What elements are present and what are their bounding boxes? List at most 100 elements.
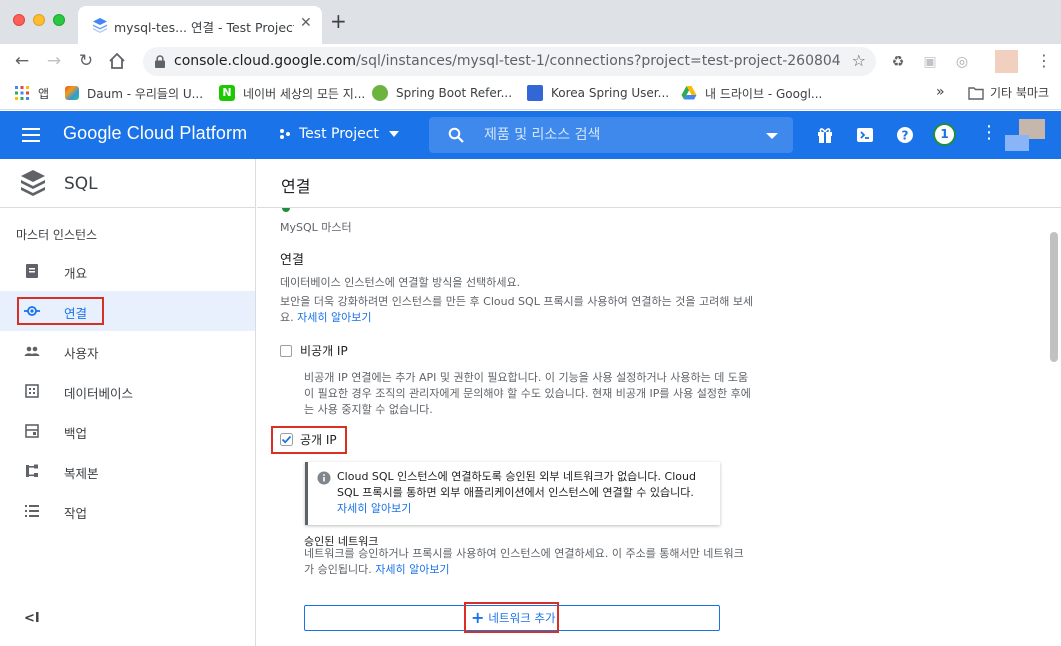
daum-icon (65, 86, 79, 100)
more-options-icon[interactable]: ⋮ (980, 123, 998, 143)
info-learn-more-link[interactable]: 자세히 알아보기 (337, 501, 707, 517)
chevron-down-icon (388, 131, 399, 137)
search-input[interactable] (484, 125, 754, 145)
sidebar-item-databases[interactable]: 데이터베이스 (0, 371, 255, 411)
sidebar-item-replicas[interactable]: 복제본 (0, 451, 255, 491)
cloud-sql-logo-icon (21, 170, 45, 196)
sidebar: SQL 마스터 인스턴스 개요 연결 사용자 데이터베이스 백업 복제본 작업 … (0, 159, 256, 646)
bookmark-folder-other[interactable]: 기타 북마크 (968, 84, 1049, 101)
window-close-button[interactable] (13, 14, 25, 26)
page-title: 연결 (281, 177, 311, 196)
bookmark-label: 네이버 세상의 모든 지... (243, 86, 366, 101)
account-avatar[interactable] (1005, 119, 1045, 151)
connections-highlight-box (17, 297, 104, 325)
sidebar-item-label: 데이터베이스 (64, 386, 134, 401)
project-hierarchy-icon (280, 129, 290, 139)
overview-icon (26, 264, 38, 278)
info-line: SQL 프록시를 통하면 외부 애플리케이션에서 인스턴스에 연결할 수 있습니… (337, 486, 694, 499)
back-arrow-icon[interactable]: ← (12, 51, 32, 71)
add-network-highlight-box (464, 602, 559, 633)
help-icon[interactable]: ? (895, 125, 915, 145)
sidebar-item-label: 복제본 (64, 466, 99, 481)
section-desc-line: 요. 자세히 알아보기 (280, 309, 371, 326)
scrollbar-thumb[interactable] (1050, 232, 1058, 362)
private-ip-desc-line: 비공개 IP 연결에는 추가 API 및 권한이 필요합니다. 이 기능을 사용… (304, 371, 749, 384)
sidebar-item-label: 작업 (64, 506, 88, 521)
cloud-shell-icon[interactable] (855, 125, 875, 145)
product-title: SQL (64, 174, 98, 194)
bookmark-label: Korea Spring User... (551, 86, 670, 100)
project-selector[interactable]: Test Project (279, 126, 399, 142)
target-extension-icon[interactable]: ◎ (953, 53, 971, 71)
cloud-sql-favicon-icon (93, 18, 107, 33)
authorized-networks-learn-more-link[interactable]: 자세히 알아보기 (375, 563, 449, 576)
bookmark-apps[interactable]: 앱 (14, 84, 49, 102)
bookmark-label: 앱 (38, 86, 50, 101)
search-icon (448, 127, 464, 143)
bookmarks-overflow-icon[interactable]: » (936, 84, 945, 100)
private-ip-desc-line: 는 사용 중지할 수 없습니다. (304, 403, 433, 416)
instance-status-icon (282, 208, 290, 212)
forward-arrow-icon[interactable]: → (44, 51, 64, 71)
search-dropdown-icon[interactable] (766, 133, 778, 139)
no-authorized-network-info: Cloud SQL 인스턴스에 연결하도록 승인된 외부 네트워크가 없습니다.… (305, 462, 720, 525)
bookmark-folder-label: 기타 북마크 (990, 86, 1050, 100)
reload-icon[interactable]: ↻ (76, 51, 96, 71)
section-title: 연결 (280, 253, 304, 268)
bookmark-star-icon[interactable]: ☆ (852, 51, 866, 70)
gcp-title[interactable]: Google Cloud Platform (63, 123, 247, 144)
gift-icon[interactable] (815, 125, 835, 145)
bookmark-label: 내 드라이브 - Googl... (705, 86, 823, 101)
main-scrollbar[interactable] (1047, 208, 1061, 646)
new-tab-plus-icon[interactable]: + (330, 11, 347, 31)
sidebar-item-overview[interactable]: 개요 (0, 251, 255, 291)
public-ip-highlight-box (271, 426, 347, 454)
home-icon[interactable] (108, 52, 126, 70)
bookmark-daum[interactable]: Daum - 우리들의 U... (65, 84, 203, 102)
close-icon[interactable]: ✕ (300, 15, 312, 31)
authorized-networks-desc-line: 네트워크를 승인하거나 프록시를 사용하여 인스턴스에 연결하세요. 이 주소를… (304, 547, 744, 560)
drive-icon (681, 86, 697, 100)
sidebar-item-users[interactable]: 사용자 (0, 331, 255, 371)
sidebar-item-operations[interactable]: 작업 (0, 491, 255, 531)
browser-profile-avatar[interactable] (995, 50, 1018, 73)
section-desc-line: 데이터베이스 인스턴스에 연결할 방식을 선택하세요. (280, 276, 521, 289)
users-icon (24, 346, 40, 356)
folder-icon (968, 86, 984, 100)
section-desc-line: 보안을 더욱 강화하려면 인스턴스를 만든 후 Cloud SQL 프록시를 사… (280, 295, 754, 308)
bookmark-naver[interactable]: N 네이버 세상의 모든 지... (219, 84, 365, 102)
bookmark-ksug[interactable]: Korea Spring User... (527, 84, 669, 102)
operations-icon (25, 505, 39, 517)
gcp-header: Google Cloud Platform Test Project ? 1 ⋮ (0, 111, 1061, 159)
bookmark-spring-boot[interactable]: Spring Boot Refer... (372, 84, 512, 102)
window-zoom-button[interactable] (53, 14, 65, 26)
bookmarks-bar: 앱 Daum - 우리들의 U... N 네이버 세상의 모든 지... Spr… (0, 78, 1061, 110)
private-ip-label: 비공개 IP (300, 344, 348, 358)
recycle-extension-icon[interactable]: ♻ (889, 53, 907, 71)
naver-icon: N (219, 85, 235, 101)
address-bar[interactable]: console.cloud.google.com/sql/instances/m… (143, 47, 876, 76)
hamburger-menu-icon[interactable] (22, 128, 40, 142)
collapse-sidebar-icon[interactable]: <I (24, 611, 40, 626)
bookmark-google-drive[interactable]: 내 드라이브 - Googl... (681, 84, 822, 102)
search-bar[interactable] (429, 117, 793, 153)
authorized-networks-desc-prefix: 가 승인됩니다. (304, 563, 372, 576)
backups-icon (25, 424, 39, 438)
browser-toolbar: ← → ↻ console.cloud.google.com/sql/insta… (0, 44, 1061, 78)
window-minimize-button[interactable] (33, 14, 45, 26)
sidebar-header: SQL (0, 159, 255, 208)
bookmark-label: Daum - 우리들의 U... (87, 86, 204, 101)
browser-tab-bar: mysql-tes... 연결 - Test Project ✕ + (0, 0, 1061, 44)
browser-menu-icon[interactable]: ⋮ (1036, 51, 1052, 70)
sidebar-item-backups[interactable]: 백업 (0, 411, 255, 451)
browser-tab[interactable]: mysql-tes... 연결 - Test Project ✕ (78, 6, 322, 44)
info-text: Cloud SQL 인스턴스에 연결하도록 승인된 외부 네트워크가 없습니다.… (337, 469, 707, 517)
authorized-networks-desc-line: 가 승인됩니다. 자세히 알아보기 (304, 561, 450, 578)
notifications-badge[interactable]: 1 (933, 123, 956, 146)
learn-more-link[interactable]: 자세히 알아보기 (297, 311, 371, 324)
private-ip-checkbox[interactable] (280, 345, 292, 357)
sidebar-item-label: 백업 (64, 426, 88, 441)
extension-icon[interactable]: ▣ (921, 53, 939, 71)
section-desc-prefix: 요. (280, 311, 294, 324)
spring-icon (372, 85, 388, 101)
